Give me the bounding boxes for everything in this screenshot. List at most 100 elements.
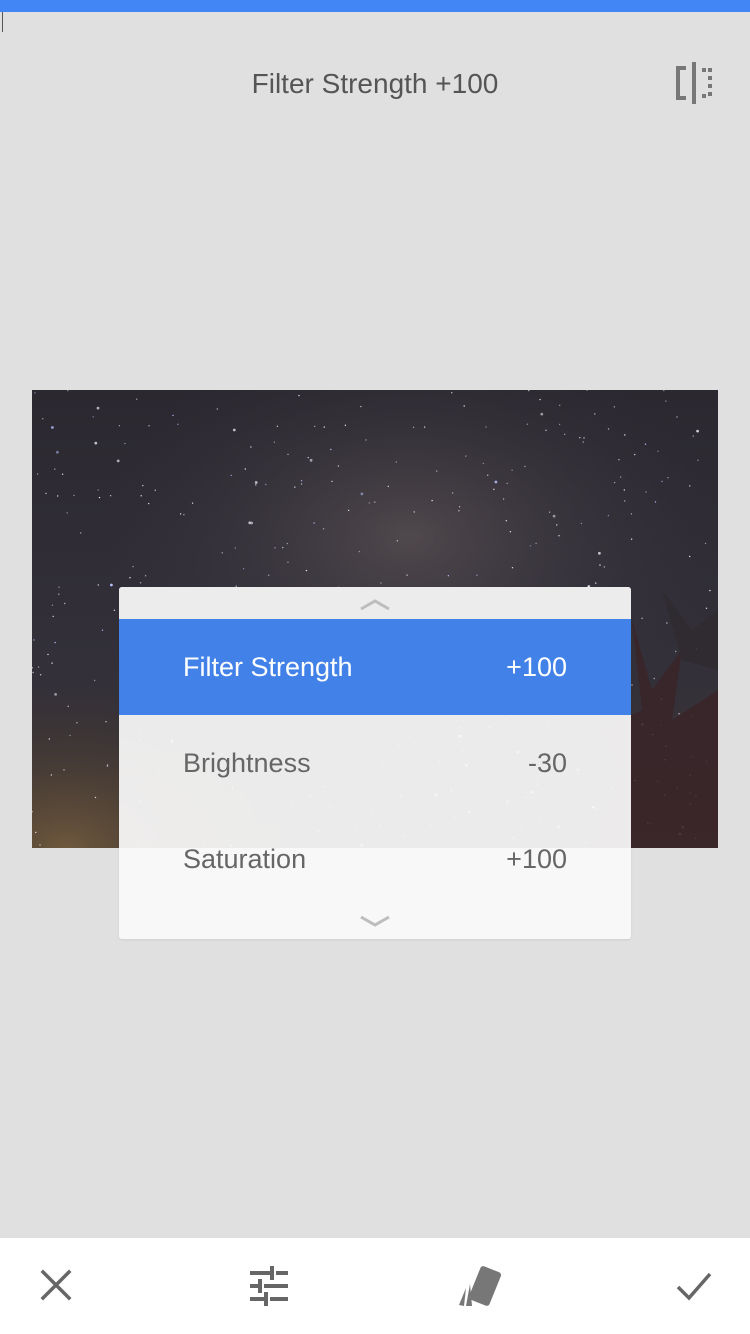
star-dot [539,398,541,401]
star-dot [365,439,367,441]
menu-item-label: Brightness [183,748,311,778]
star-dot [476,574,478,576]
star-dot [61,473,64,475]
star-dot [51,662,53,664]
star-dot [548,511,551,513]
star-dot [624,434,626,436]
star-dot [177,423,179,425]
star-dot [118,425,121,427]
top-accent-bar [0,0,750,12]
star-dot [94,441,98,445]
star-dot [594,413,596,415]
star-dot [559,404,561,406]
chevron-up-icon [360,599,390,611]
star-dot [676,416,678,418]
scroll-up-button[interactable] [345,593,405,617]
star-dot [564,433,566,435]
star-dot [406,574,408,576]
star-dot [665,400,667,402]
star-dot [347,509,350,512]
star-dot [140,495,142,497]
star-dot [51,426,54,429]
star-dot [374,501,376,503]
star-dot [221,552,223,554]
star-dot [124,442,126,445]
star-dot [447,575,450,577]
star-dot [582,441,584,443]
star-dot [268,574,270,576]
menu-item-label: Filter Strength [183,652,353,682]
star-dot [101,629,104,631]
header-title: Filter Strength +100 [251,68,499,99]
star-dot [540,412,544,416]
star-dot [96,406,100,410]
star-dot [463,405,465,407]
star-dot [436,470,438,472]
star-dot [191,502,194,504]
star-dot [697,459,699,461]
apply-button[interactable] [664,1258,724,1314]
star-dot [494,480,498,484]
star-dot [607,428,610,430]
star-dot [493,488,495,490]
star-dot [487,474,489,476]
cancel-button[interactable] [26,1258,86,1314]
star-dot [603,566,605,568]
star-dot [613,406,616,408]
star-dot [250,521,254,525]
adjust-button[interactable] [239,1258,299,1314]
star-dot [286,542,289,545]
menu-item-value: +100 [506,844,567,874]
menu-item-label: Saturation [183,844,307,874]
menu-item-value: +100 [506,652,567,682]
checkmark-icon [676,1272,712,1301]
menu-item-filter-strength[interactable]: Filter Strength +100 [119,619,631,715]
star-dot [631,684,633,686]
styles-button[interactable] [450,1258,510,1314]
menu-item-brightness[interactable]: Brightness -30 [119,715,631,811]
star-dot [142,484,144,487]
star-dot [360,405,362,408]
star-dot [97,584,100,586]
star-dot [368,502,370,504]
star-dot [458,510,460,512]
star-dot [630,538,633,540]
star-dot [413,511,415,513]
star-dot [144,575,147,577]
star-dot [94,679,96,682]
star-dot [35,831,37,834]
star-dot [255,484,257,486]
star-dot [396,540,399,542]
star-dot [183,514,185,516]
menu-item-saturation[interactable]: Saturation +100 [119,811,631,907]
star-dot [105,721,107,723]
star-dot [274,547,276,549]
star-dot [599,564,601,566]
chevron-down-icon [360,915,390,927]
star-dot [485,426,487,428]
star-dot [309,458,313,462]
style-cards-icon [459,1266,502,1306]
star-dot [116,459,120,463]
star-dot [300,483,303,485]
star-dot [300,480,303,482]
star-dot [506,482,508,485]
star-dot [58,586,60,588]
star-dot [607,514,610,517]
compare-button[interactable] [668,58,722,108]
star-dot [675,650,677,653]
star-dot [56,450,59,454]
star-dot [67,390,69,392]
star-dot [98,496,101,499]
star-dot [42,418,44,420]
scroll-down-button[interactable] [345,909,405,933]
star-dot [39,674,42,676]
star-dot [80,532,82,534]
close-icon [40,1269,72,1301]
star-dot [230,474,232,477]
star-dot [423,426,426,428]
star-dot [63,769,65,771]
star-dot [109,495,112,497]
star-dot [307,456,309,459]
star-dot [598,551,601,555]
